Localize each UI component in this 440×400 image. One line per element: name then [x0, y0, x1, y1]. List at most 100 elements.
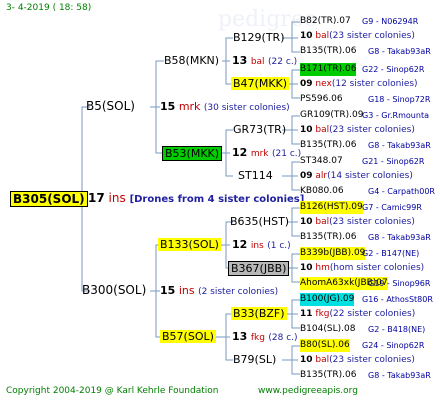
g1-species: mrk [178, 100, 201, 113]
ancestor-info: G21 - Sinop62R [362, 157, 425, 166]
ancestor-summary: 09 alr(14 sister colonies) [300, 170, 413, 183]
ancestor-info: G22 - Sinop62R [362, 65, 425, 74]
queen-node-root[interactable]: B305(SOL) [10, 191, 88, 207]
queen-node-g1[interactable]: B300(SOL) [82, 284, 146, 297]
queen-node-g3[interactable]: ST114 [238, 169, 273, 182]
g2-species: bal [250, 57, 265, 67]
ancestor-info: G18 - Sinop72R [368, 95, 431, 104]
ancestor-count: 10 [300, 217, 313, 227]
ancestor-label[interactable]: B339b(JBB).09 [300, 247, 366, 260]
g2-note: (28 c.) [268, 333, 298, 343]
queen-node-g3[interactable]: B367(JBB) [228, 261, 290, 276]
ancestor-info: G9 - N06294R [362, 17, 419, 26]
ancestor-label[interactable]: GR109(TR).09 [300, 109, 364, 122]
g1-count: 15 [160, 100, 176, 113]
ancestor-species: bal [315, 217, 330, 227]
ancestor-note: (14 sister colonies) [327, 171, 413, 181]
ancestor-species: bal [315, 355, 330, 365]
ancestor-info: G8 - Takab93aR [368, 233, 431, 242]
ancestor-count: 10 [300, 355, 313, 365]
ancestor-species: bal [315, 31, 330, 41]
queen-node-g2[interactable]: B57(SOL) [160, 330, 216, 343]
ancestor-info: G8 - Takab93aR [368, 141, 431, 150]
ancestor-count: 09 [300, 79, 313, 89]
ancestor-summary: 10 bal(23 sister colonies) [300, 216, 415, 229]
g2-species: fkg [250, 333, 265, 343]
ancestor-note: (23 sister colonies) [329, 217, 415, 227]
ancestor-label[interactable]: B126(HST).09 [300, 201, 363, 214]
ancestor-info: G24 - Sinop62R [362, 341, 425, 350]
ancestor-info: G19 - Sinop96R [368, 279, 431, 288]
queen-node-g2[interactable]: B53(MKK) [162, 146, 223, 161]
queen-node-g2[interactable]: B58(MKN) [164, 54, 219, 67]
queen-node-g1[interactable]: B5(SOL) [86, 100, 135, 113]
g1-summary: 15 mrk (30 sister colonies) [160, 100, 290, 115]
g2-count: 12 [232, 146, 248, 159]
ancestor-label[interactable]: B80(SL).06 [300, 339, 350, 352]
queen-node-g2[interactable]: B133(SOL) [158, 238, 221, 251]
g2-species: ins [250, 241, 264, 251]
website-link[interactable]: www.pedigreeapis.org [258, 385, 358, 398]
g1-summary: 15 ins (2 sister colonies) [160, 284, 278, 299]
g1-species: ins [178, 284, 195, 297]
queen-node-g3[interactable]: B635(HST) [230, 215, 289, 228]
ancestor-note: (23 sister colonies) [329, 31, 415, 41]
copyright-text: Copyright 2004-2019 @ Karl Kehrle Founda… [6, 386, 219, 396]
ancestor-label[interactable]: KB080.06 [300, 185, 344, 198]
ancestor-label[interactable]: B135(TR).06 [300, 231, 356, 244]
g2-note: (22 c.) [268, 57, 298, 67]
g1-note: (30 sister colonies) [203, 103, 290, 113]
queen-node-g3[interactable]: B47(MKK) [231, 77, 290, 90]
queen-node-g3[interactable]: B129(TR) [233, 31, 285, 44]
ancestor-count: 10 [300, 263, 313, 273]
root-note: [Drones from 4 sister colonies] [129, 194, 305, 205]
g1-note: (2 sister colonies) [198, 287, 279, 297]
ancestor-info: G4 - Carpath00R [368, 187, 435, 196]
ancestor-note: (22 sister colonies) [329, 309, 416, 319]
g1-count: 15 [160, 284, 176, 297]
ancestor-label[interactable]: B82(TR).07 [300, 15, 351, 28]
root-species: ins [108, 191, 126, 205]
ancestor-info: G2 - B147(NE) [362, 249, 420, 258]
ancestor-label[interactable]: B171(TR).06 [300, 63, 357, 76]
ancestor-summary: 09 nex(12 sister colonies) [300, 78, 418, 91]
ancestor-species: alr [315, 171, 328, 181]
print-date: 3- 4-2019 ( 18: 58) [6, 3, 92, 13]
g2-count: 12 [232, 238, 248, 251]
queen-node-g3[interactable]: GR73(TR) [233, 123, 286, 136]
ancestor-summary: 10 hm(hom sister colonies) [300, 262, 424, 275]
ancestor-summary: 10 bal(23 sister colonies) [300, 30, 415, 43]
ancestor-label[interactable]: B135(TR).06 [300, 45, 356, 58]
ancestor-label[interactable]: B135(TR).06 [300, 139, 356, 152]
ancestor-count: 11 [300, 309, 313, 319]
ancestor-label[interactable]: B135(TR).06 [300, 369, 356, 382]
g2-count: 13 [232, 54, 248, 67]
ancestor-label[interactable]: B100(JG).09 [300, 293, 355, 306]
queen-node-g3[interactable]: B79(SL) [233, 353, 276, 366]
queen-node-g3[interactable]: B33(BZF) [231, 307, 287, 320]
ancestor-species: bal [315, 125, 330, 135]
root-summary: 17 ins [Drones from 4 sister colonies] [88, 191, 304, 207]
ancestor-label[interactable]: PS596.06 [300, 93, 343, 106]
ancestor-info: G8 - Takab93aR [368, 371, 431, 380]
ancestor-info: G3 - Gr.Rmounta [362, 111, 429, 120]
ancestor-info: G2 - B418(NE) [368, 325, 426, 334]
ancestor-count: 10 [300, 31, 313, 41]
g2-summary: 12 ins (1 c.) [232, 238, 291, 253]
ancestor-info: G7 - Camic99R [362, 203, 422, 212]
ancestor-label[interactable]: B104(SL).08 [300, 323, 355, 336]
g2-summary: 12 mrk (21 c.) [232, 146, 301, 161]
ancestor-species: fkg [315, 309, 330, 319]
g2-note: (21 c.) [272, 149, 302, 159]
ancestor-note: (hom sister colonies) [329, 263, 425, 273]
ancestor-summary: 11 fkg(22 sister colonies) [300, 308, 415, 321]
g2-count: 13 [232, 330, 248, 343]
ancestor-count: 10 [300, 125, 313, 135]
g2-summary: 13 fkg (28 c.) [232, 330, 298, 345]
ancestor-note: (23 sister colonies) [329, 125, 415, 135]
ancestor-label[interactable]: ST348.07 [300, 155, 343, 168]
g2-summary: 13 bal (22 c.) [232, 54, 297, 69]
ancestor-note: (12 sister colonies) [331, 79, 418, 89]
g2-species: mrk [250, 149, 269, 159]
ancestor-info: G16 - AthosSt80R [362, 295, 433, 304]
